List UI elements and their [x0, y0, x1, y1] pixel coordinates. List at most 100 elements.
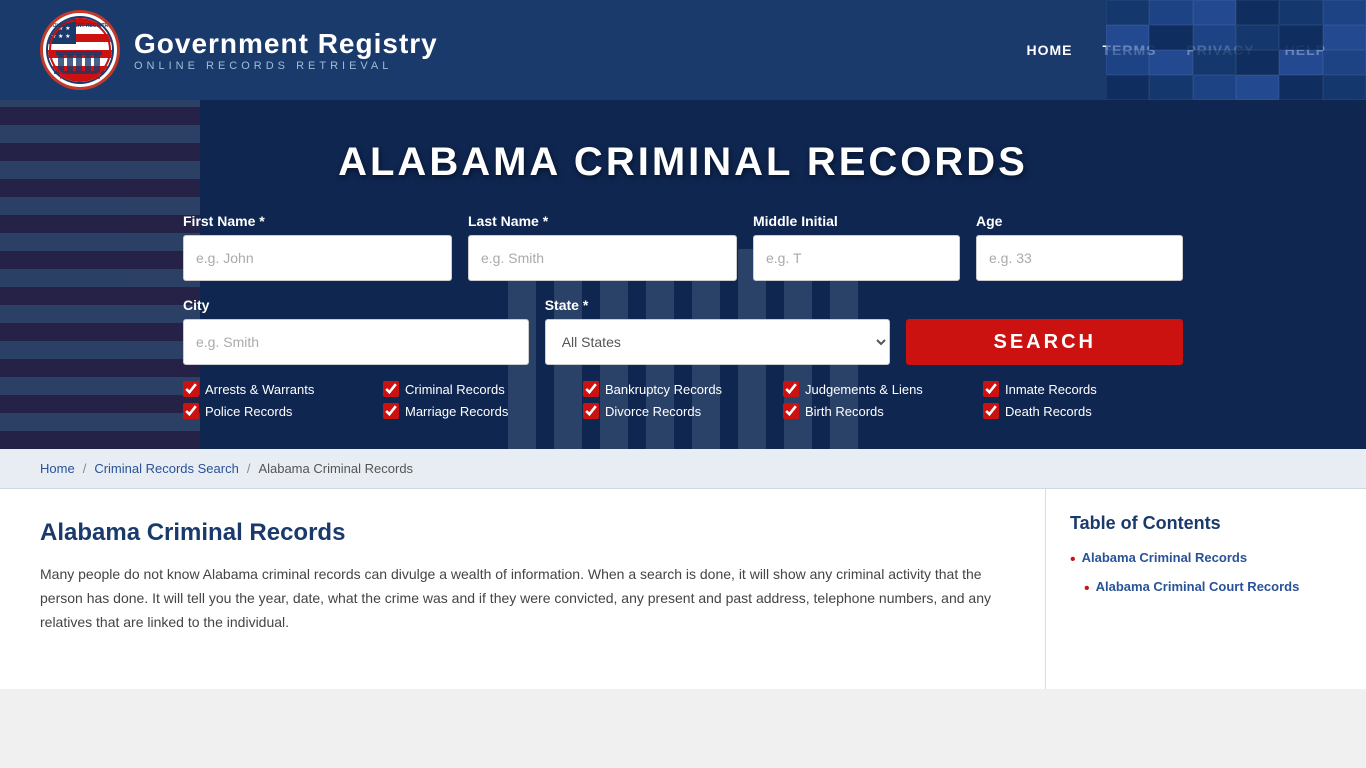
logo-icon: ★ ★ ★ ★ ★ ★ GOVERNMENT REGISTRY PUBLIC R…	[40, 10, 120, 90]
checkbox-row: Arrests & Warrants Police Records Crimin…	[183, 381, 1183, 419]
criminal-checkbox[interactable]	[383, 381, 399, 397]
judgements-label[interactable]: Judgements & Liens	[805, 382, 923, 397]
breadcrumb-current: Alabama Criminal Records	[258, 461, 413, 476]
firstname-input[interactable]	[183, 235, 452, 281]
state-select[interactable]: All States Alabama Alaska Arizona Arkans…	[545, 319, 891, 365]
tile	[1323, 75, 1366, 100]
birth-label[interactable]: Birth Records	[805, 404, 884, 419]
form-row-2: City State * All States Alabama Alaska A…	[183, 297, 1183, 365]
nav-terms[interactable]: TERMS	[1102, 42, 1156, 58]
search-form: First Name * Last Name * Middle Initial …	[183, 213, 1183, 419]
state-label: State *	[545, 297, 891, 313]
middle-input[interactable]	[753, 235, 960, 281]
toc-item-1: Alabama Criminal Records	[1070, 550, 1342, 571]
toc-item-2: Alabama Criminal Court Records	[1070, 579, 1342, 600]
checkbox-divorce: Divorce Records	[583, 403, 783, 419]
tile	[1323, 0, 1366, 25]
tile	[1236, 75, 1279, 100]
checkbox-marriage: Marriage Records	[383, 403, 583, 419]
checkbox-col-1: Arrests & Warrants Police Records	[183, 381, 383, 419]
tile	[1279, 75, 1322, 100]
judgements-checkbox[interactable]	[783, 381, 799, 397]
breadcrumb-sep-2: /	[247, 461, 251, 476]
lastname-input[interactable]	[468, 235, 737, 281]
death-label[interactable]: Death Records	[1005, 404, 1092, 419]
divorce-checkbox[interactable]	[583, 403, 599, 419]
breadcrumb-sep-1: /	[83, 461, 87, 476]
logo-subtitle: Online Records Retrieval	[134, 60, 438, 72]
police-checkbox[interactable]	[183, 403, 199, 419]
firstname-group: First Name *	[183, 213, 452, 281]
checkbox-criminal: Criminal Records	[383, 381, 583, 397]
tile	[1149, 0, 1192, 25]
toc-list: Alabama Criminal Records Alabama Crimina…	[1070, 550, 1342, 600]
checkbox-col-4: Judgements & Liens Birth Records	[783, 381, 983, 419]
checkbox-col-5: Inmate Records Death Records	[983, 381, 1183, 419]
breadcrumb-home[interactable]: Home	[40, 461, 75, 476]
birth-checkbox[interactable]	[783, 403, 799, 419]
bankruptcy-checkbox[interactable]	[583, 381, 599, 397]
sidebar: Table of Contents Alabama Criminal Recor…	[1046, 489, 1366, 689]
form-row-1: First Name * Last Name * Middle Initial …	[183, 213, 1183, 281]
city-input[interactable]	[183, 319, 529, 365]
lastname-label: Last Name *	[468, 213, 737, 229]
tile	[1149, 75, 1192, 100]
breadcrumb: Home / Criminal Records Search / Alabama…	[0, 449, 1366, 489]
breadcrumb-criminal[interactable]: Criminal Records Search	[94, 461, 239, 476]
bankruptcy-label[interactable]: Bankruptcy Records	[605, 382, 722, 397]
divorce-label[interactable]: Divorce Records	[605, 404, 701, 419]
tile	[1323, 50, 1366, 75]
site-header: ★ ★ ★ ★ ★ ★ GOVERNMENT REGISTRY PUBLIC R…	[0, 0, 1366, 100]
age-group: Age	[976, 213, 1183, 281]
tile	[1193, 0, 1236, 25]
inmate-label[interactable]: Inmate Records	[1005, 382, 1097, 397]
nav-help[interactable]: HELP	[1285, 42, 1326, 58]
state-group: State * All States Alabama Alaska Arizon…	[545, 297, 891, 365]
city-label: City	[183, 297, 529, 313]
city-group: City	[183, 297, 529, 365]
age-input[interactable]	[976, 235, 1183, 281]
checkbox-arrests: Arrests & Warrants	[183, 381, 383, 397]
checkbox-birth: Birth Records	[783, 403, 983, 419]
svg-text:GOVERNMENT REGISTRY: GOVERNMENT REGISTRY	[49, 23, 112, 29]
age-label: Age	[976, 213, 1183, 229]
toc-link-1[interactable]: Alabama Criminal Records	[1082, 550, 1247, 565]
svg-text:PUBLIC RECORDS: PUBLIC RECORDS	[60, 75, 101, 80]
criminal-label[interactable]: Criminal Records	[405, 382, 505, 397]
firstname-label: First Name *	[183, 213, 452, 229]
search-button[interactable]: SEARCH	[906, 319, 1183, 365]
middle-group: Middle Initial	[753, 213, 960, 281]
inmate-checkbox[interactable]	[983, 381, 999, 397]
tile	[1193, 75, 1236, 100]
toc-title: Table of Contents	[1070, 513, 1342, 534]
lastname-group: Last Name *	[468, 213, 737, 281]
logo: ★ ★ ★ ★ ★ ★ GOVERNMENT REGISTRY PUBLIC R…	[40, 10, 438, 90]
police-label[interactable]: Police Records	[205, 404, 292, 419]
checkbox-death: Death Records	[983, 403, 1183, 419]
checkbox-col-2: Criminal Records Marriage Records	[383, 381, 583, 419]
tile	[1323, 25, 1366, 50]
nav-home[interactable]: HOME	[1026, 42, 1072, 58]
death-checkbox[interactable]	[983, 403, 999, 419]
marriage-checkbox[interactable]	[383, 403, 399, 419]
tile	[1236, 0, 1279, 25]
toc-link-2[interactable]: Alabama Criminal Court Records	[1096, 579, 1300, 594]
checkbox-judgements: Judgements & Liens	[783, 381, 983, 397]
content-title: Alabama Criminal Records	[40, 519, 1005, 547]
tile	[1106, 0, 1149, 25]
hero-content: Alabama Criminal Records First Name * La…	[40, 140, 1326, 419]
content-text: Many people do not know Alabama criminal…	[40, 563, 1005, 634]
arrests-checkbox[interactable]	[183, 381, 199, 397]
checkbox-inmate: Inmate Records	[983, 381, 1183, 397]
marriage-label[interactable]: Marriage Records	[405, 404, 508, 419]
tile	[1279, 0, 1322, 25]
logo-title: Government Registry	[134, 28, 438, 60]
main-content: Alabama Criminal Records Many people do …	[0, 489, 1366, 689]
nav-privacy[interactable]: PRIVACY	[1186, 42, 1254, 58]
content-body: Alabama Criminal Records Many people do …	[0, 489, 1046, 689]
checkbox-bankruptcy: Bankruptcy Records	[583, 381, 783, 397]
checkbox-col-3: Bankruptcy Records Divorce Records	[583, 381, 783, 419]
tile	[1106, 75, 1149, 100]
logo-text: Government Registry Online Records Retri…	[134, 28, 438, 72]
arrests-label[interactable]: Arrests & Warrants	[205, 382, 314, 397]
